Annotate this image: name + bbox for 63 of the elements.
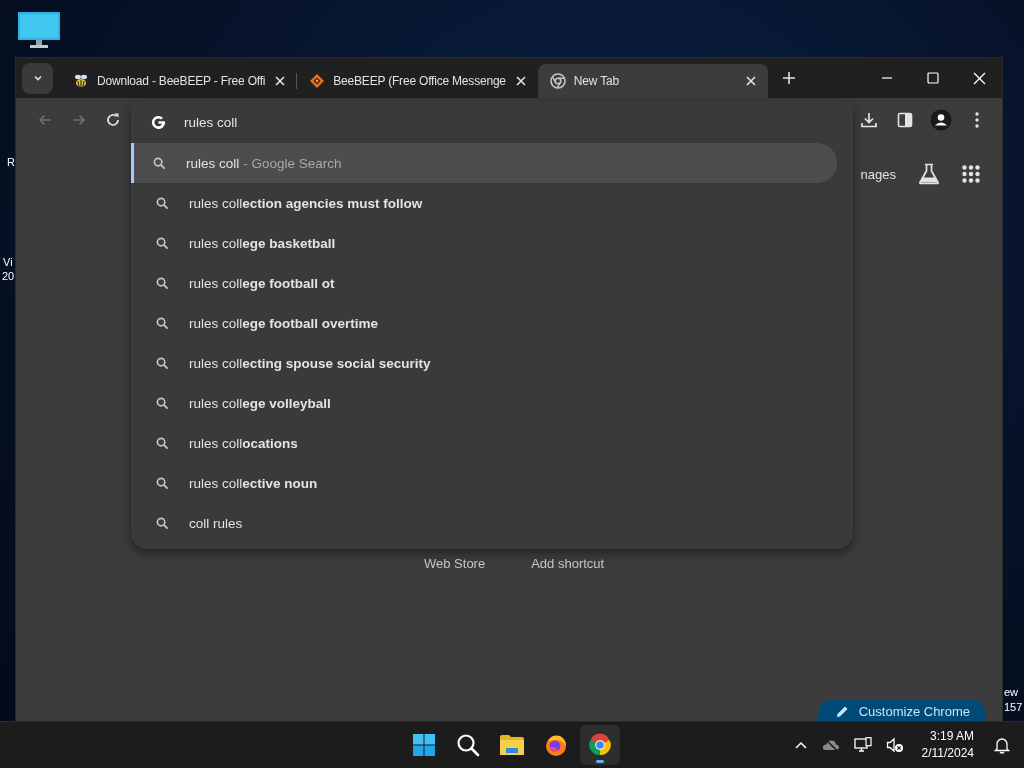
search-icon xyxy=(156,316,169,330)
network-icon[interactable] xyxy=(851,735,874,755)
search-icon xyxy=(153,156,166,170)
browser-tab[interactable]: Download - BeeBEEP - Free Offi xyxy=(61,64,298,98)
customize-chrome-button[interactable]: Customize Chrome xyxy=(817,699,986,721)
search-icon xyxy=(156,196,169,210)
suggestion-item[interactable]: rules college football overtime xyxy=(131,303,837,343)
address-field[interactable]: rules coll xyxy=(184,114,853,130)
close-icon[interactable] xyxy=(513,74,528,88)
browser-tab[interactable]: New Tab xyxy=(537,64,768,98)
clock-time[interactable]: 3:19 AM xyxy=(929,728,974,745)
search-icon xyxy=(156,396,169,410)
search-icon xyxy=(156,436,169,450)
desktop-icon-label: ew xyxy=(1004,686,1019,699)
windows-icon xyxy=(412,733,436,757)
search-icon xyxy=(456,733,480,757)
folder-icon xyxy=(499,734,525,756)
close-icon[interactable] xyxy=(273,74,288,88)
suggestion-item[interactable]: rules college football ot xyxy=(131,263,837,303)
plus-icon[interactable] xyxy=(781,71,796,85)
diamond-icon xyxy=(309,73,326,89)
download-icon[interactable] xyxy=(860,110,878,129)
reload-icon[interactable] xyxy=(105,111,121,128)
suggestion-item[interactable]: rules coll - Google Search xyxy=(131,143,837,183)
close-icon[interactable] xyxy=(743,74,758,88)
apps-icon[interactable] xyxy=(962,165,980,183)
close-icon[interactable] xyxy=(972,71,986,85)
desktop-icon-label: 157 xyxy=(1004,701,1023,714)
chrome-icon xyxy=(588,733,612,757)
suggestion-item[interactable]: rules collection agencies must follow xyxy=(131,183,837,223)
search-icon xyxy=(156,516,169,530)
desktop-icon-label: 20 xyxy=(2,270,15,283)
images-link[interactable]: nages xyxy=(860,166,896,182)
google-icon xyxy=(151,114,166,130)
bee-icon xyxy=(73,73,89,89)
shortcut-tile[interactable]: Add shortcut xyxy=(531,556,605,571)
flask-icon[interactable] xyxy=(918,163,940,185)
desktop-icon-label: R xyxy=(7,156,15,169)
search-icon xyxy=(156,356,169,370)
search-icon xyxy=(156,476,169,490)
suggestion-item[interactable]: rules collocations xyxy=(131,423,837,463)
chevron-down-icon xyxy=(32,73,43,83)
firefox-icon xyxy=(544,733,568,757)
clock-date[interactable]: 2/11/2024 xyxy=(921,745,974,762)
suggestion-item[interactable]: rules collecting spouse social security xyxy=(131,343,837,383)
suggestion-item[interactable]: rules collective noun xyxy=(131,463,837,503)
shortcut-tile[interactable]: Web Store xyxy=(424,556,486,571)
maximize-icon[interactable] xyxy=(927,72,939,84)
taskbar-app[interactable] xyxy=(580,725,620,765)
monitor-icon[interactable] xyxy=(18,12,60,50)
menu-icon[interactable] xyxy=(975,111,979,128)
suggestion-item[interactable]: rules college basketball xyxy=(131,223,837,263)
chrome-icon xyxy=(549,73,566,89)
search-icon xyxy=(156,236,169,250)
profile-icon[interactable] xyxy=(930,108,952,131)
search-icon xyxy=(156,276,169,290)
suggestion-item[interactable]: rules college volleyball xyxy=(131,383,837,423)
active-indicator xyxy=(596,760,604,763)
desktop-icon-label: Vi xyxy=(3,256,13,269)
side-panel-icon[interactable] xyxy=(897,111,913,128)
browser-tab[interactable]: BeeBEEP (Free Office Messenge xyxy=(297,64,538,98)
suggestion-item[interactable]: coll rules xyxy=(131,503,837,543)
pencil-icon xyxy=(835,705,849,718)
